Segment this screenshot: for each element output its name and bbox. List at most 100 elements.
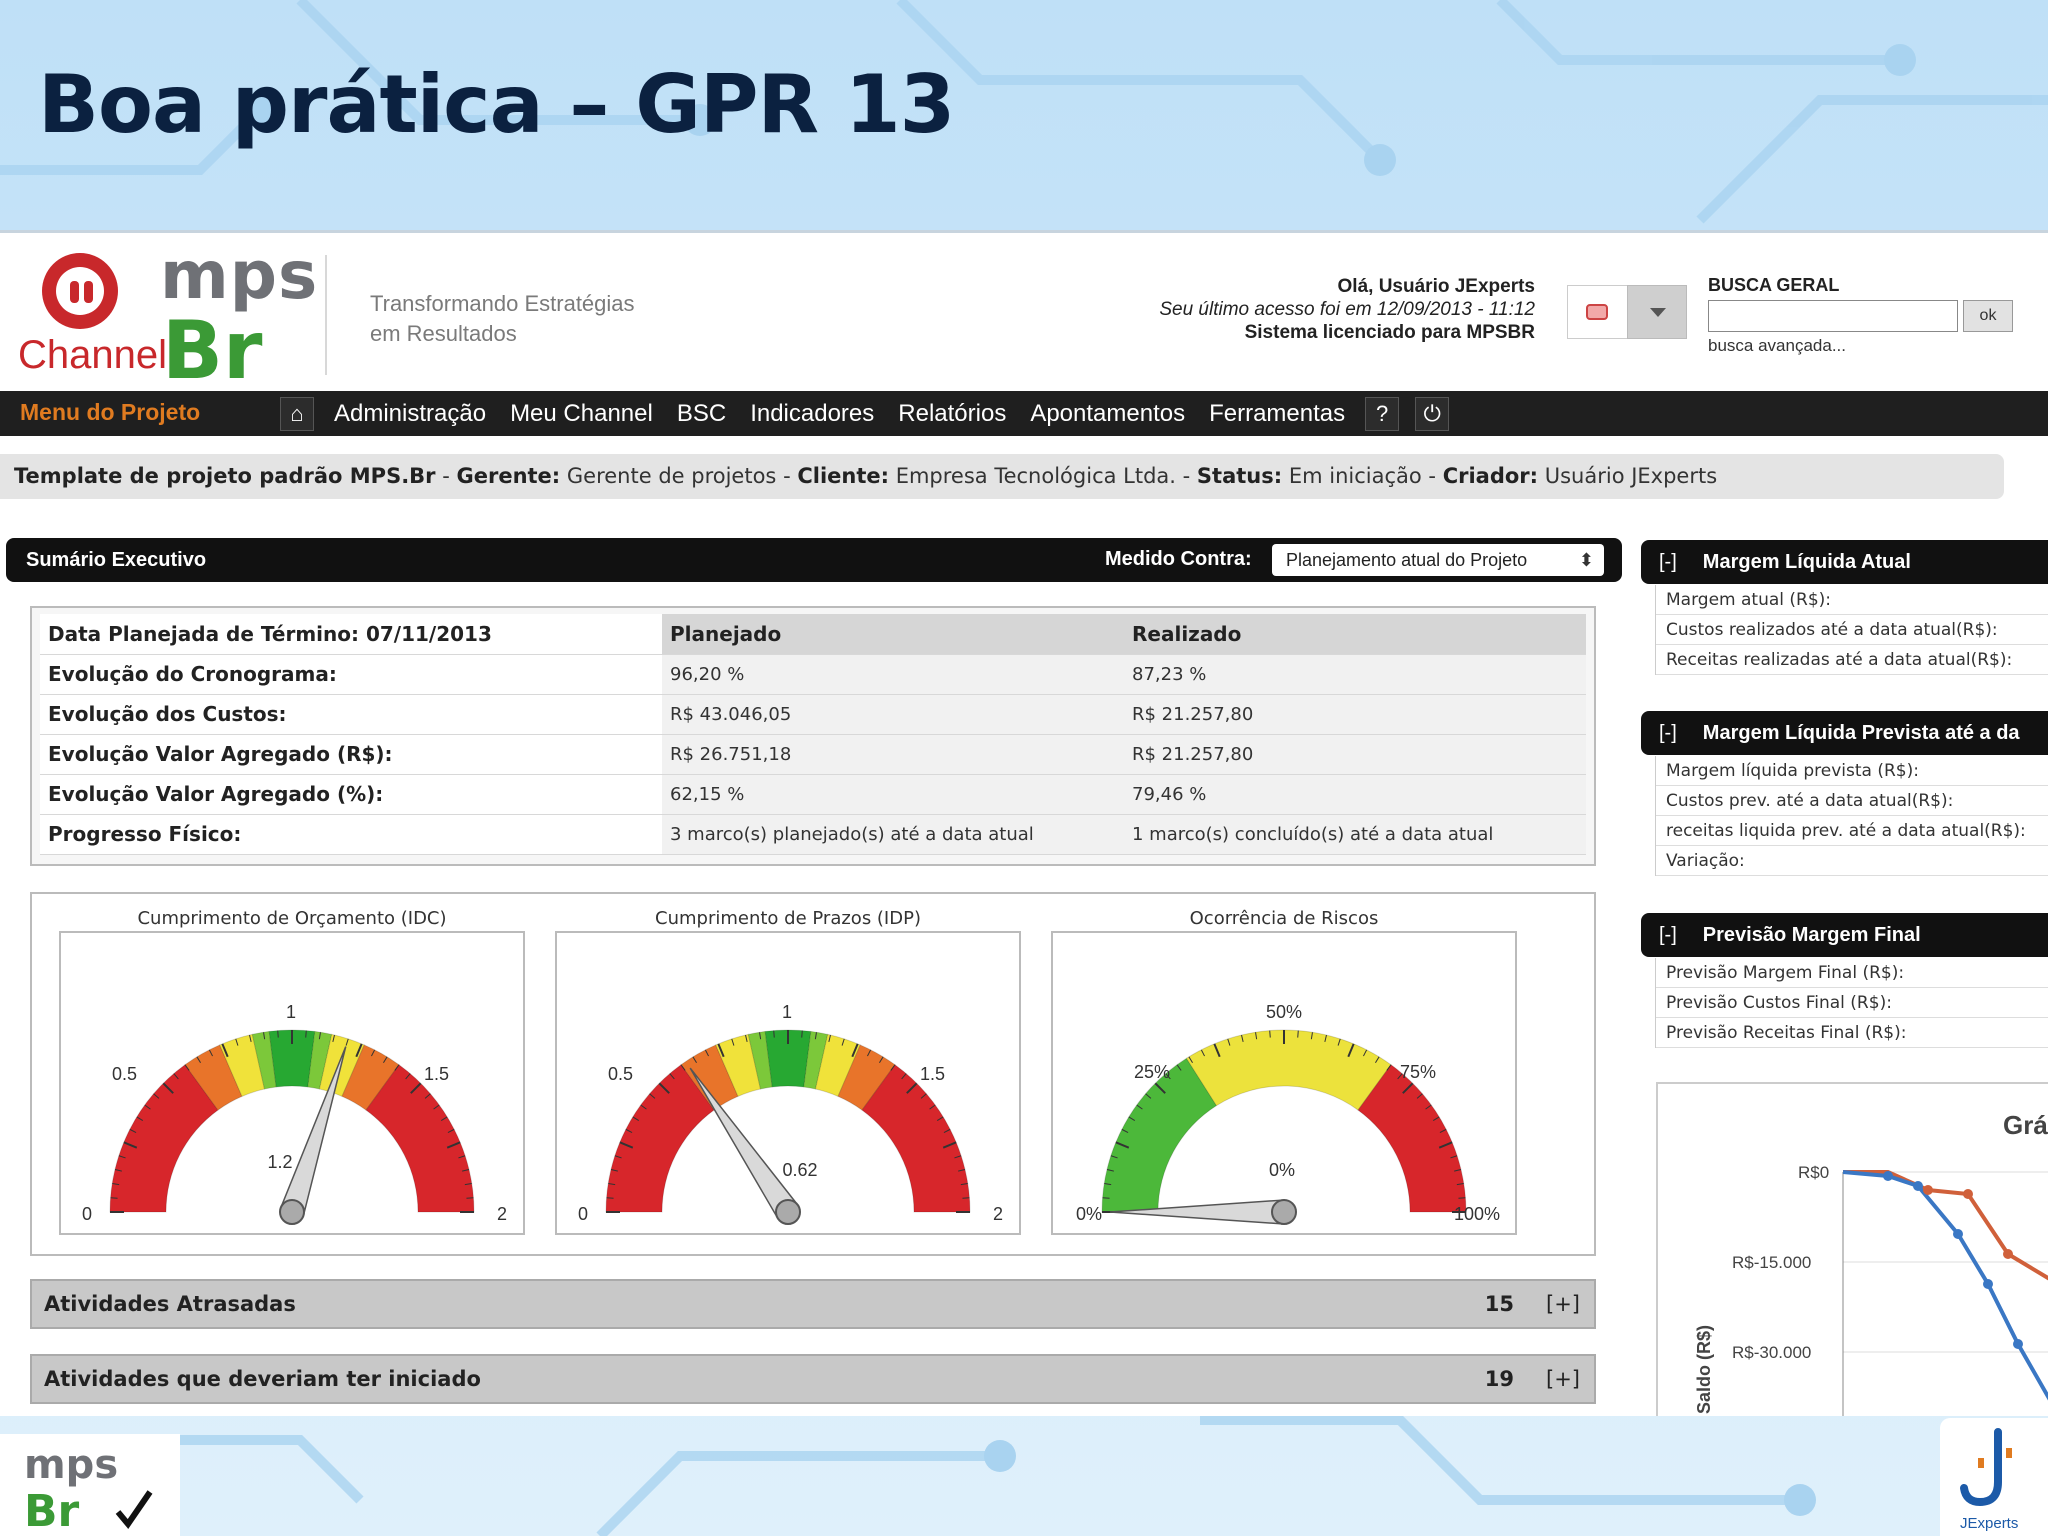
gauge-tick	[1102, 1197, 1110, 1199]
project-manager: Gerente de projetos	[566, 464, 777, 488]
help-button[interactable]: ?	[1365, 396, 1400, 431]
summary-table: Data Planejada de Término: 07/11/2013 Pl…	[40, 614, 1586, 855]
project-info-bar: Template de projeto padrão MPS.Br - Gere…	[0, 454, 2004, 499]
slide-title: Boa prática – GPR 13	[38, 58, 955, 151]
panel-row: Previsão Margem Final (R$):	[1656, 958, 2048, 988]
panel-margin-current-header[interactable]: [-] Margem Líquida Atual	[1641, 540, 2048, 584]
gauge-tick	[962, 1197, 970, 1199]
gauge-tick	[606, 1197, 614, 1199]
gauge-label-low: 0.5	[112, 1064, 137, 1084]
main-menu: Menu do Projeto ⌂ Administração Meu Chan…	[0, 391, 2048, 436]
table-header: Realizado	[1124, 614, 1586, 655]
gauge-label-low: 0.5	[608, 1064, 633, 1084]
gauge-risks: Ocorrência de Riscos 0% 25% 50% 75% 100%…	[1044, 894, 1524, 1240]
menu-item-bsc[interactable]: BSC	[665, 391, 738, 436]
project-creator: Usuário JExperts	[1544, 464, 1718, 488]
table-header: Data Planejada de Término: 07/11/2013	[40, 614, 662, 655]
gauge-label-min: 0	[578, 1204, 588, 1224]
gauge-tick	[305, 1030, 307, 1038]
gauge-hub	[279, 1199, 305, 1225]
gauge-label-high: 1.5	[920, 1064, 945, 1084]
gauge-title: Cumprimento de Prazos (IDP)	[655, 908, 921, 929]
gauge-tick	[801, 1030, 803, 1038]
gauge-tick	[1297, 1030, 1299, 1038]
panel-margin-current: Margem atual (R$): Custos realizados até…	[1655, 585, 2048, 675]
menu-item-relatorios[interactable]: Relatórios	[886, 391, 1018, 436]
gauge-tick	[110, 1197, 118, 1199]
advanced-search-link[interactable]: busca avançada...	[1708, 336, 1846, 356]
table-row: Evolução Valor Agregado (R$): R$ 26.751,1…	[40, 734, 1586, 775]
menu-item-meu-channel[interactable]: Meu Channel	[498, 391, 665, 436]
gauge-hub	[775, 1199, 801, 1225]
measured-against-select[interactable]: Planejamento atual do Projeto	[1272, 544, 1604, 576]
gauge-idc: Cumprimento de Orçamento (IDC) 0 0.5 1 1…	[52, 894, 532, 1240]
tick-label: R$-30.000	[1732, 1343, 1811, 1362]
gauge-title: Cumprimento de Orçamento (IDC)	[137, 908, 447, 929]
home-icon[interactable]: ⌂	[280, 396, 314, 431]
gauge-label-max: 2	[993, 1204, 1003, 1224]
gauge-value-label: 1.2	[267, 1152, 292, 1172]
mps-logo-text: mps	[160, 237, 319, 314]
search-input[interactable]	[1708, 300, 1958, 332]
should-have-started-bar[interactable]: Atividades que deveriam ter iniciado 19 …	[30, 1354, 1596, 1404]
table-row: Evolução Valor Agregado (%): 62,15 % 79,46…	[40, 774, 1586, 815]
collapse-toggle[interactable]: [-]	[1659, 551, 1677, 573]
panel-row: Previsão Custos Final (R$):	[1656, 988, 2048, 1018]
last-access: Seu último acesso foi em 12/09/2013 - 11…	[1159, 299, 1535, 320]
gauge-label-mid: 50%	[1266, 1002, 1302, 1022]
search-ok-button[interactable]: ok	[1963, 300, 2013, 332]
project-client: Empresa Tecnológica Ltda.	[895, 464, 1176, 488]
late-activities-bar[interactable]: Atividades Atrasadas 15 [+]	[30, 1279, 1596, 1329]
menu-item-apontamentos[interactable]: Apontamentos	[1018, 391, 1197, 436]
menu-item-ferramentas[interactable]: Ferramentas	[1197, 391, 1357, 436]
panel-final-margin: Previsão Margem Final (R$): Previsão Cus…	[1655, 958, 2048, 1048]
chart-title: Grá	[2003, 1110, 2048, 1140]
menu-item-indicadores[interactable]: Indicadores	[738, 391, 886, 436]
expand-toggle[interactable]: [+]	[1546, 1356, 1580, 1402]
gauge-title: Ocorrência de Riscos	[1189, 908, 1379, 929]
panel-final-margin-header[interactable]: [-] Previsão Margem Final	[1641, 913, 2048, 957]
gauges-panel: Cumprimento de Orçamento (IDC) 0 0.5 1 1…	[30, 892, 1596, 1256]
table-header: Planejado	[662, 614, 1124, 655]
gauge-tick	[277, 1030, 279, 1038]
collapse-toggle[interactable]: [-]	[1659, 924, 1677, 946]
svg-text:JExperts: JExperts	[1960, 1515, 2018, 1532]
notification-dropdown-button[interactable]	[1627, 285, 1687, 339]
project-name: Template de projeto padrão MPS.Br	[14, 464, 436, 488]
gauge-tick	[1269, 1030, 1271, 1038]
gauge-label-max: 2	[497, 1204, 507, 1224]
series-line-b	[1843, 1170, 2048, 1281]
expand-toggle[interactable]: [+]	[1546, 1281, 1580, 1327]
list-count: 15	[1484, 1292, 1514, 1316]
balance-chart: Grá Saldo (R$) R$0 R$-15.000 R$-30.000	[1656, 1082, 2048, 1416]
menu-item-administracao[interactable]: Administração	[322, 391, 498, 436]
logo-divider	[325, 255, 327, 375]
summary-header: Sumário Executivo Medido Contra: Planeja…	[6, 538, 1622, 582]
footer-mps-logo: mps Br	[0, 1434, 180, 1536]
gauge-hub	[1271, 1199, 1297, 1225]
license-info: Sistema licenciado para MPSBR	[1244, 322, 1535, 343]
search-label: BUSCA GERAL	[1708, 275, 1840, 295]
summary-title: Sumário Executivo	[26, 549, 207, 571]
measured-against-label: Medido Contra:	[1105, 548, 1252, 570]
list-label: Atividades que deveriam ter iniciado	[44, 1367, 481, 1391]
panel-row: receitas liquida prev. até a data atual(…	[1656, 816, 2048, 846]
gauge-label-mid: 1	[782, 1002, 792, 1022]
gauge-tick	[1458, 1197, 1466, 1199]
list-count: 19	[1484, 1367, 1514, 1391]
gauge-idp: Cumprimento de Prazos (IDP) 0 0.5 1 1.5 …	[548, 894, 1028, 1240]
gauge-value-label: 0%	[1269, 1160, 1295, 1180]
chart-ylabel: Saldo (R$)	[1694, 1325, 1714, 1414]
panel-row: Margem atual (R$):	[1656, 585, 2048, 615]
project-menu-button[interactable]: Menu do Projeto	[20, 399, 200, 426]
gauge-label-max: 100%	[1454, 1204, 1500, 1224]
panel-margin-forecast-header[interactable]: [-] Margem Líquida Prevista até a da	[1641, 711, 2048, 755]
collapse-toggle[interactable]: [-]	[1659, 722, 1677, 744]
table-row: Progresso Físico: 3 marco(s) planejado(s)…	[40, 814, 1586, 855]
power-icon[interactable]: ⏻	[1415, 396, 1450, 431]
gauge-value-label: 0.62	[782, 1160, 817, 1180]
panel-row: Previsão Receitas Final (R$):	[1656, 1018, 2048, 1048]
chat-bubble-icon	[1586, 304, 1608, 320]
panel-margin-forecast: Margem líquida prevista (R$): Custos pre…	[1655, 756, 2048, 876]
notification-button[interactable]	[1567, 285, 1627, 339]
